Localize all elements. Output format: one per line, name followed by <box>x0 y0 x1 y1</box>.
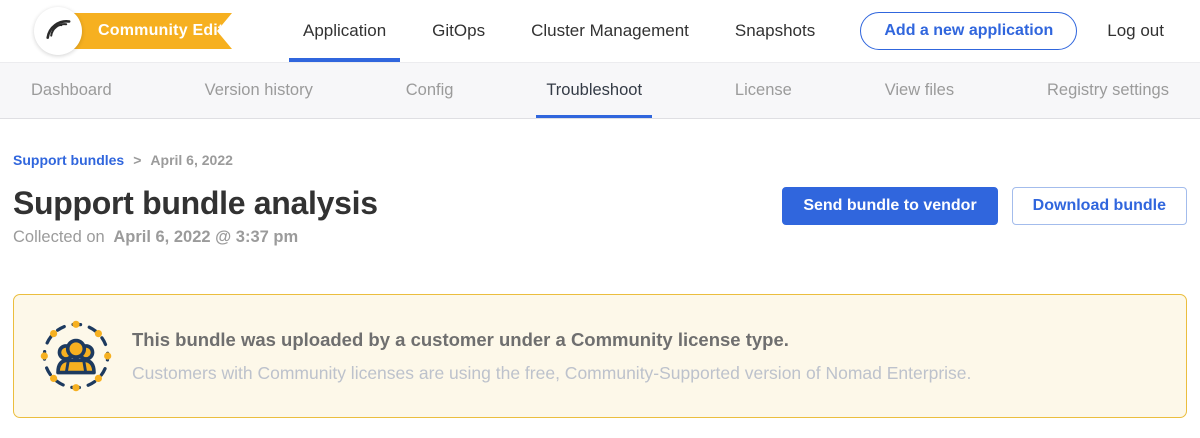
nav-item-snapshots-label: Snapshots <box>735 21 815 41</box>
primary-nav: Application GitOps Cluster Management Sn… <box>280 0 838 62</box>
subnav-item-troubleshoot[interactable]: Troubleshoot <box>540 63 648 118</box>
alert-heading: This bundle was uploaded by a customer u… <box>132 329 971 351</box>
app-subnav: Dashboard Version history Config Trouble… <box>0 62 1200 119</box>
add-application-button[interactable]: Add a new application <box>860 12 1077 50</box>
breadcrumb-current: April 6, 2022 <box>150 152 233 168</box>
subnav-item-version-history-label: Version history <box>205 81 313 100</box>
nav-item-application[interactable]: Application <box>289 0 400 62</box>
nav-item-gitops-label: GitOps <box>432 21 485 41</box>
send-bundle-button[interactable]: Send bundle to vendor <box>782 187 997 225</box>
subnav-item-version-history[interactable]: Version history <box>199 63 319 118</box>
collected-date: April 6, 2022 @ 3:37 pm <box>113 228 298 246</box>
subnav-item-license-label: License <box>735 81 792 100</box>
community-edition-label: Community Edition <box>98 22 248 40</box>
page-content: Support bundles > April 6, 2022 Support … <box>0 152 1200 418</box>
bundle-action-buttons: Send bundle to vendor Download bundle <box>782 187 1187 225</box>
subnav-item-view-files[interactable]: View files <box>879 63 960 118</box>
collected-prefix: Collected on <box>13 228 105 246</box>
breadcrumb-link-support-bundles[interactable]: Support bundles <box>13 152 124 168</box>
nav-item-cluster-management[interactable]: Cluster Management <box>517 0 703 62</box>
community-edition-badge: Community Edition <box>56 13 232 49</box>
subnav-item-view-files-label: View files <box>885 81 954 100</box>
replicated-logo-icon <box>44 15 72 48</box>
alert-text: This bundle was uploaded by a customer u… <box>132 329 971 384</box>
nav-item-snapshots[interactable]: Snapshots <box>721 0 829 62</box>
subnav-item-registry-settings[interactable]: Registry settings <box>1041 63 1175 118</box>
community-people-icon <box>40 320 112 392</box>
page-title: Support bundle analysis <box>13 185 378 222</box>
breadcrumb: Support bundles > April 6, 2022 <box>13 152 1187 168</box>
download-bundle-button[interactable]: Download bundle <box>1012 187 1187 225</box>
subnav-item-registry-settings-label: Registry settings <box>1047 81 1169 100</box>
subnav-item-config-label: Config <box>406 81 454 100</box>
subnav-item-config[interactable]: Config <box>400 63 460 118</box>
brand: Community Edition <box>34 0 232 62</box>
breadcrumb-separator: > <box>133 152 141 168</box>
nav-item-application-label: Application <box>303 21 386 41</box>
subnav-item-dashboard-label: Dashboard <box>31 81 112 100</box>
collected-on-text: Collected on April 6, 2022 @ 3:37 pm <box>13 228 378 247</box>
alert-body: Customers with Community licenses are us… <box>132 363 971 384</box>
title-block: Support bundle analysis Collected on Apr… <box>13 185 378 247</box>
top-navbar: Community Edition Application GitOps Clu… <box>0 0 1200 62</box>
title-row: Support bundle analysis Collected on Apr… <box>13 185 1187 247</box>
logout-button[interactable]: Log out <box>1107 21 1164 41</box>
top-actions: Add a new application Log out <box>860 12 1164 50</box>
community-license-alert: This bundle was uploaded by a customer u… <box>13 294 1187 418</box>
subnav-item-license[interactable]: License <box>729 63 798 118</box>
subnav-item-troubleshoot-label: Troubleshoot <box>546 81 642 100</box>
subnav-item-dashboard[interactable]: Dashboard <box>25 63 118 118</box>
nav-item-cluster-management-label: Cluster Management <box>531 21 689 41</box>
replicated-logo[interactable] <box>34 7 82 55</box>
nav-item-gitops[interactable]: GitOps <box>418 0 499 62</box>
